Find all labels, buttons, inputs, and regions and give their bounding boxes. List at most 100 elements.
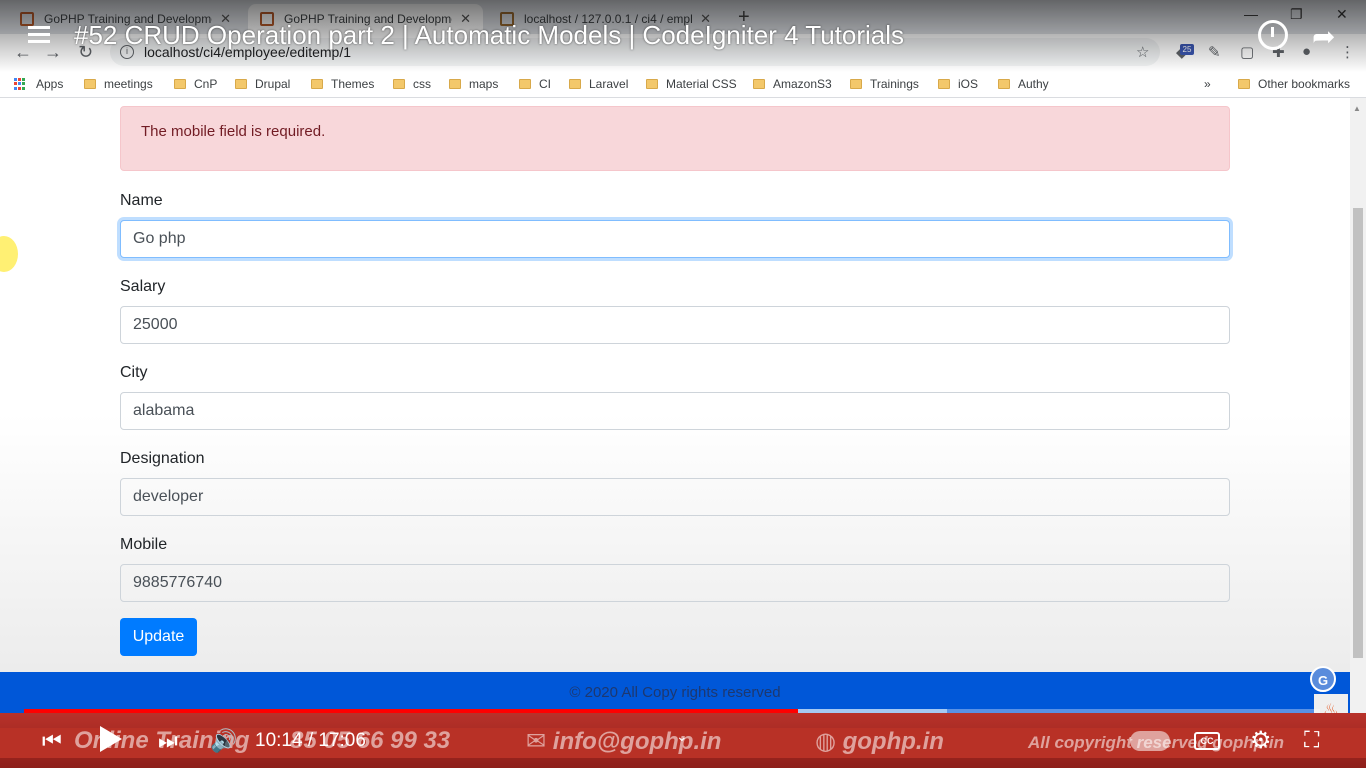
- next-icon[interactable]: ⏭: [158, 728, 178, 754]
- bookmark-folder[interactable]: Themes: [311, 77, 374, 91]
- bookmark-folder[interactable]: Laravel: [569, 77, 628, 91]
- bookmark-label: CI: [539, 77, 551, 91]
- bookmark-label: AmazonS3: [773, 77, 832, 91]
- bookmark-label: Authy: [1018, 77, 1049, 91]
- watch-later-icon[interactable]: [1258, 20, 1288, 50]
- bookmark-label: Other bookmarks: [1258, 77, 1351, 91]
- star-icon[interactable]: ☆: [1136, 43, 1149, 61]
- bookmarks-overflow-icon[interactable]: »: [1204, 77, 1211, 91]
- designation-label: Designation: [120, 450, 205, 467]
- bookmark-label: css: [413, 77, 431, 91]
- playlist-menu-icon[interactable]: [28, 26, 50, 44]
- gear-icon[interactable]: ⚙: [1250, 726, 1272, 755]
- video-title[interactable]: #52 CRUD Operation part 2 | Automatic Mo…: [74, 20, 904, 51]
- name-label: Name: [120, 192, 163, 209]
- folder-icon: [449, 79, 461, 89]
- subtitles-icon[interactable]: CC: [1194, 732, 1220, 750]
- name-input-value: Go php: [133, 230, 186, 247]
- time-display: 10:14 / 17:06: [255, 730, 366, 751]
- scrollbar-thumb[interactable]: [1353, 208, 1363, 658]
- bookmark-label: Laravel: [589, 77, 629, 91]
- folder-icon: [646, 79, 658, 89]
- codeigniter-icon: [20, 12, 34, 26]
- city-label: City: [120, 364, 148, 381]
- volume-icon[interactable]: 🔊: [210, 728, 237, 754]
- extension-badge: 25: [1180, 44, 1194, 55]
- folder-icon: [938, 79, 950, 89]
- folder-icon: [311, 79, 323, 89]
- folder-icon: [753, 79, 765, 89]
- chevron-down-icon[interactable]: ⌄: [676, 728, 688, 745]
- bookmark-folder[interactable]: AmazonS3: [753, 77, 832, 91]
- page-scrollbar[interactable]: ▲ ▼: [1350, 98, 1366, 728]
- folder-icon: [393, 79, 405, 89]
- bookmark-label: Material CSS: [666, 77, 737, 91]
- city-input[interactable]: alabama: [120, 392, 1230, 430]
- progress-played: [24, 709, 798, 713]
- eyedropper-icon[interactable]: ✎: [1208, 43, 1221, 61]
- city-input-value: alabama: [133, 402, 195, 419]
- share-icon[interactable]: ➦: [1312, 20, 1335, 53]
- folder-icon: [519, 79, 531, 89]
- bookmark-label: Apps: [36, 77, 64, 91]
- bookmark-label: iOS: [958, 77, 979, 91]
- watermark-email-text: info@gophp.in: [552, 728, 722, 755]
- folder-icon: [998, 79, 1010, 89]
- apps-grid-icon: [14, 78, 26, 90]
- folder-icon: [174, 79, 186, 89]
- bookmarks-bar: Apps meetings CnP Drupal Themes css maps…: [0, 70, 1366, 98]
- bookmark-label: CnP: [194, 77, 218, 91]
- autoplay-toggle[interactable]: [1130, 731, 1170, 751]
- minimize-icon[interactable]: —: [1244, 6, 1258, 22]
- bookmark-folder[interactable]: css: [393, 77, 431, 91]
- bookmark-folder[interactable]: Material CSS: [646, 77, 737, 91]
- menu-dots-icon[interactable]: ⋮: [1340, 43, 1355, 61]
- designation-input[interactable]: developer: [120, 478, 1230, 516]
- bookmark-folder[interactable]: Drupal: [235, 77, 290, 91]
- salary-label: Salary: [120, 278, 166, 295]
- play-icon[interactable]: [100, 726, 122, 752]
- bookmark-folder[interactable]: Authy: [998, 77, 1049, 91]
- bookmark-folder[interactable]: maps: [449, 77, 498, 91]
- bookmark-label: maps: [469, 77, 499, 91]
- previous-icon[interactable]: ⏮: [42, 728, 62, 754]
- error-alert: The mobile field is required.: [120, 106, 1230, 171]
- salary-input-value: 25000: [133, 316, 178, 333]
- restore-icon[interactable]: ❐: [1290, 6, 1303, 23]
- bookmark-folder[interactable]: meetings: [84, 77, 153, 91]
- update-button[interactable]: Update: [120, 618, 197, 656]
- folder-icon: [84, 79, 96, 89]
- forward-icon[interactable]: →: [44, 42, 62, 63]
- bookmark-folder[interactable]: CnP: [174, 77, 217, 91]
- designation-input-value: developer: [133, 488, 204, 505]
- name-input[interactable]: Go php: [120, 220, 1230, 258]
- watermark-site-text: gophp.in: [842, 728, 944, 755]
- exit-fullscreen-icon[interactable]: ⛶: [1304, 727, 1319, 753]
- folder-icon: [1238, 79, 1250, 89]
- bookmark-label: Themes: [331, 77, 375, 91]
- bookmark-folder[interactable]: Trainings: [850, 77, 919, 91]
- bookmark-folder[interactable]: CI: [519, 77, 551, 91]
- back-icon[interactable]: ←: [14, 42, 32, 63]
- bookmark-apps[interactable]: Apps: [14, 77, 63, 91]
- mobile-input[interactable]: 9885776740: [120, 564, 1230, 602]
- other-bookmarks[interactable]: Other bookmarks: [1238, 77, 1350, 91]
- g-badge-icon[interactable]: G: [1310, 666, 1336, 692]
- footer-copyright: © 2020 All Copy rights reserved: [569, 684, 781, 701]
- bookmark-label: Trainings: [870, 77, 919, 91]
- extension-icon[interactable]: ▢: [1240, 43, 1254, 61]
- avatar[interactable]: ●: [1302, 43, 1311, 60]
- scroll-up-icon[interactable]: ▲: [1353, 104, 1361, 113]
- watermark-email: ✉ info@gophp.in: [526, 728, 722, 755]
- bookmark-label: Drupal: [255, 77, 291, 91]
- window-close-icon[interactable]: ✕: [1336, 6, 1348, 23]
- bookmark-label: meetings: [104, 77, 153, 91]
- folder-icon: [569, 79, 581, 89]
- mobile-label: Mobile: [120, 536, 168, 553]
- mobile-input-value: 9885776740: [133, 574, 222, 591]
- watermark-site: ◍ gophp.in: [815, 728, 944, 755]
- page-content: The mobile field is required. Name Go ph…: [0, 98, 1350, 672]
- bookmark-folder[interactable]: iOS: [938, 77, 978, 91]
- salary-input[interactable]: 25000: [120, 306, 1230, 344]
- folder-icon: [235, 79, 247, 89]
